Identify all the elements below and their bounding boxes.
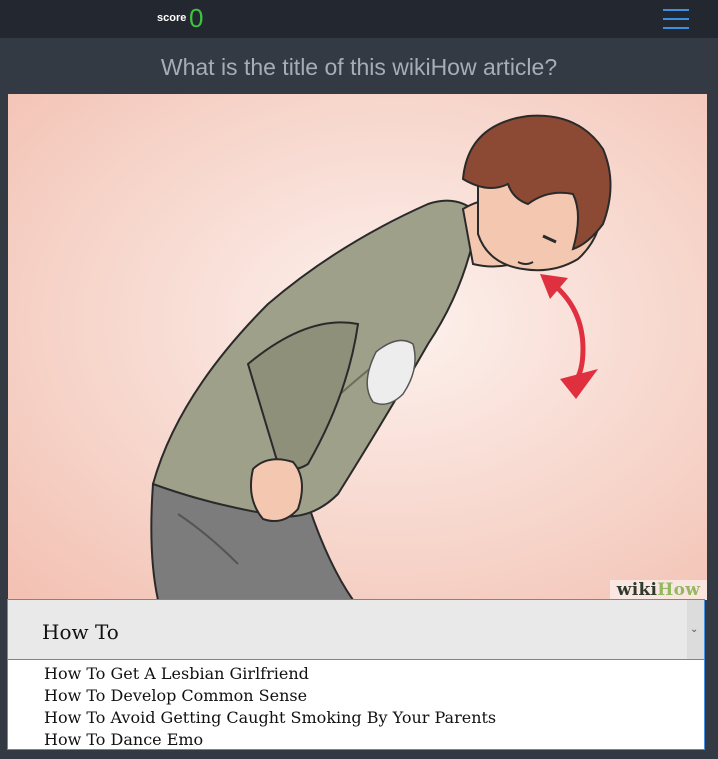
answer-options-list: How To Get A Lesbian Girlfriend How To D… xyxy=(7,660,705,750)
answer-option[interactable]: How To Develop Common Sense xyxy=(44,686,307,705)
score-value: 0 xyxy=(189,3,204,33)
score-label: score xyxy=(157,12,187,24)
watermark-wiki: wiki xyxy=(616,580,658,600)
watermark-how: How xyxy=(657,580,701,600)
answer-option[interactable]: How To Get A Lesbian Girlfriend xyxy=(44,664,309,683)
article-illustration xyxy=(8,94,707,600)
select-toggle[interactable]: ⌄ xyxy=(687,600,704,659)
answer-option[interactable]: How To Dance Emo xyxy=(44,730,203,749)
chevron-down-icon: ⌄ xyxy=(690,624,699,635)
wikihow-watermark: wikiHow xyxy=(610,580,707,600)
question-heading: What is the title of this wikiHow articl… xyxy=(160,54,558,80)
answer-select[interactable]: How To ⌄ xyxy=(7,599,705,660)
hamburger-menu-icon[interactable] xyxy=(661,6,691,32)
answer-option[interactable]: How To Avoid Getting Caught Smoking By Y… xyxy=(44,708,496,727)
top-bar: score 0 xyxy=(0,0,718,38)
select-selected-value: How To xyxy=(42,620,119,644)
